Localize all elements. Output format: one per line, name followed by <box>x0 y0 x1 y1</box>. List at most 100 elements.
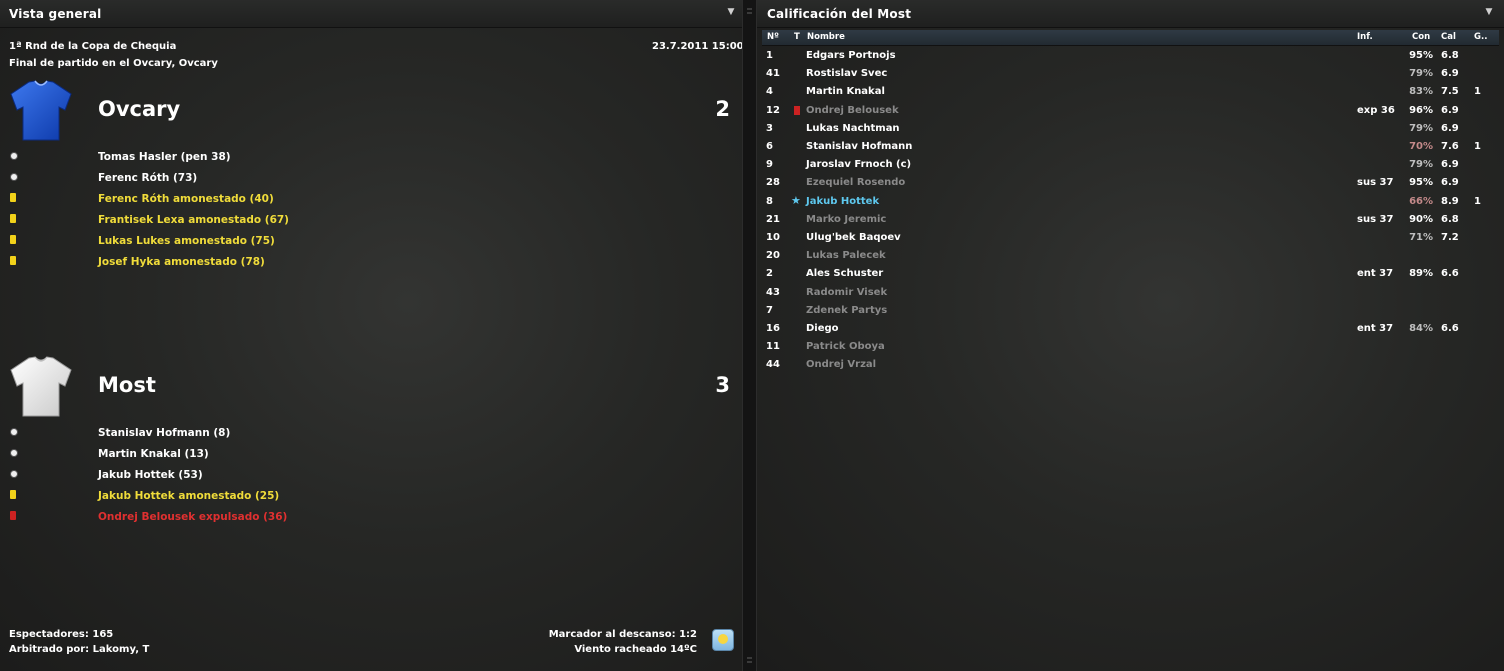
player-goals: 1 <box>1474 86 1481 98</box>
event-text: Jakub Hottek amonestado (25) <box>98 490 280 502</box>
player-rating: 6.9 <box>1441 122 1459 134</box>
event-text: Jakub Hottek (53) <box>98 469 203 481</box>
panel-menu-icon[interactable]: ▼ <box>1482 5 1496 19</box>
venue-label: Final de partido en el Ovcary, Ovcary <box>9 58 218 69</box>
table-row[interactable]: 7 Zdenek Partys <box>757 302 1504 320</box>
player-rating: 6.9 <box>1441 104 1459 116</box>
yellow-card-icon <box>10 256 18 265</box>
player-info: ent 37 <box>1357 268 1394 280</box>
player-number: 4 <box>766 86 773 98</box>
player-condition: 66% <box>1409 195 1433 207</box>
ratings-panel: Calificación del Most ▼ Nº T Nombre Inf.… <box>757 0 1504 671</box>
referee-label: Arbitrado por: Lakomy, T <box>9 644 150 655</box>
table-row[interactable]: 3 Lukas Nachtman 79% 6.9 <box>757 120 1504 138</box>
home-shirt-icon <box>10 80 72 141</box>
player-rating: 6.9 <box>1441 68 1459 80</box>
table-row[interactable]: 9 Jaroslav Frnoch (c) 79% 6.9 <box>757 156 1504 174</box>
table-row[interactable]: 1 Edgars Portnojs 95% 6.8 <box>757 47 1504 65</box>
overview-header: Vista general ▼ <box>0 0 742 28</box>
player-name: Ondrej Belousek <box>806 104 899 116</box>
player-rating: 6.9 <box>1441 177 1459 189</box>
player-info: exp 36 <box>1357 104 1395 116</box>
player-number: 8 <box>766 195 773 207</box>
competition-label: 1ª Rnd de la Copa de Chequia <box>9 41 177 52</box>
table-row[interactable]: 20 Lukas Palecek <box>757 247 1504 265</box>
col-con[interactable]: Con <box>1412 32 1430 42</box>
table-row[interactable]: 10 Ulug'bek Baqoev 71% 7.2 <box>757 229 1504 247</box>
away-team-name: Most <box>98 373 156 397</box>
overview-title: Vista general <box>9 7 102 21</box>
player-condition: 96% <box>1409 104 1433 116</box>
player-condition: 79% <box>1409 68 1433 80</box>
player-name: Zdenek Partys <box>806 304 888 316</box>
event-text: Josef Hyka amonestado (78) <box>98 256 265 268</box>
player-condition: 71% <box>1409 232 1433 243</box>
match-datetime: 23.7.2011 15:00 <box>652 41 742 52</box>
player-number: 3 <box>766 122 773 134</box>
player-name: Lukas Nachtman <box>806 122 900 134</box>
col-name[interactable]: Nombre <box>807 32 845 42</box>
table-row[interactable]: 6 Stanislav Hofmann 70% 7.6 1 <box>757 138 1504 156</box>
table-row[interactable]: 16 Diego ent 37 84% 6.6 <box>757 320 1504 338</box>
col-cal[interactable]: Cal <box>1441 32 1456 42</box>
event-text: Ferenc Róth (73) <box>98 172 198 184</box>
player-condition: 84% <box>1409 323 1433 334</box>
sunny-weather-icon <box>712 629 734 651</box>
player-name: Diego <box>806 323 839 334</box>
panel-menu-icon[interactable]: ▼ <box>724 5 738 19</box>
player-condition: 89% <box>1409 268 1433 280</box>
table-row[interactable]: 21 Marko Jeremic sus 37 90% 6.8 <box>757 211 1504 229</box>
player-name: Ondrej Vrzal <box>806 359 877 371</box>
player-number: 44 <box>766 359 780 371</box>
player-condition: 83% <box>1409 86 1433 98</box>
table-row[interactable]: 43 Radomir Visek <box>757 284 1504 302</box>
col-g[interactable]: G.. <box>1474 32 1487 42</box>
player-number: 20 <box>766 250 780 262</box>
table-row[interactable]: 44 Ondrej Vrzal <box>757 356 1504 374</box>
col-t[interactable]: T <box>794 32 800 42</box>
player-number: 21 <box>766 213 780 225</box>
player-info: sus 37 <box>1357 213 1394 225</box>
yellow-card-icon <box>10 490 18 499</box>
player-goals: 1 <box>1474 195 1481 207</box>
player-name: Rostislav Svec <box>806 68 888 80</box>
player-rating: 6.9 <box>1441 159 1459 171</box>
event-text: Ondrej Belousek expulsado (36) <box>98 511 288 523</box>
player-rating: 6.6 <box>1441 268 1459 280</box>
player-name: Marko Jeremic <box>806 213 887 225</box>
player-number: 1 <box>766 50 773 61</box>
col-number[interactable]: Nº <box>767 32 779 42</box>
table-row[interactable]: 8 Jakub Hottek 66% 8.9 1 ★ <box>757 193 1504 211</box>
player-number: 16 <box>766 323 780 334</box>
player-condition: 70% <box>1409 141 1433 152</box>
away-team-score: 3 <box>715 373 730 397</box>
player-number: 7 <box>766 304 773 316</box>
table-row[interactable]: 2 Ales Schuster ent 37 89% 6.6 <box>757 265 1504 283</box>
ball-icon <box>10 428 18 437</box>
spectators-label: Espectadores: 165 <box>9 629 114 640</box>
ball-icon <box>10 470 18 479</box>
player-info: sus 37 <box>1357 177 1394 189</box>
panel-splitter[interactable] <box>742 0 757 671</box>
ball-icon <box>10 173 18 182</box>
table-row[interactable]: 12 Ondrej Belousek exp 36 96% 6.9 <box>757 102 1504 120</box>
event-text: Frantisek Lexa amonestado (67) <box>98 214 289 226</box>
star-icon: ★ <box>791 193 801 207</box>
player-rating: 7.2 <box>1441 232 1459 243</box>
table-row[interactable]: 11 Patrick Oboya <box>757 338 1504 356</box>
player-rating: 7.5 <box>1441 86 1459 98</box>
table-row[interactable]: 28 Ezequiel Rosendo sus 37 95% 6.9 <box>757 174 1504 192</box>
away-shirt-icon <box>10 356 72 417</box>
halftime-score: Marcador al descanso: 1:2 <box>548 629 697 640</box>
col-inf[interactable]: Inf. <box>1357 32 1373 42</box>
ratings-title: Calificación del Most <box>767 7 912 21</box>
player-condition: 79% <box>1409 122 1433 134</box>
player-name: Ales Schuster <box>806 268 884 280</box>
yellow-card-icon <box>10 193 18 202</box>
red-card-icon <box>794 105 800 115</box>
player-condition: 95% <box>1409 50 1433 61</box>
table-row[interactable]: 41 Rostislav Svec 79% 6.9 <box>757 65 1504 83</box>
table-row[interactable]: 4 Martin Knakal 83% 7.5 1 <box>757 83 1504 101</box>
player-number: 6 <box>766 141 773 152</box>
player-number: 9 <box>766 159 773 171</box>
